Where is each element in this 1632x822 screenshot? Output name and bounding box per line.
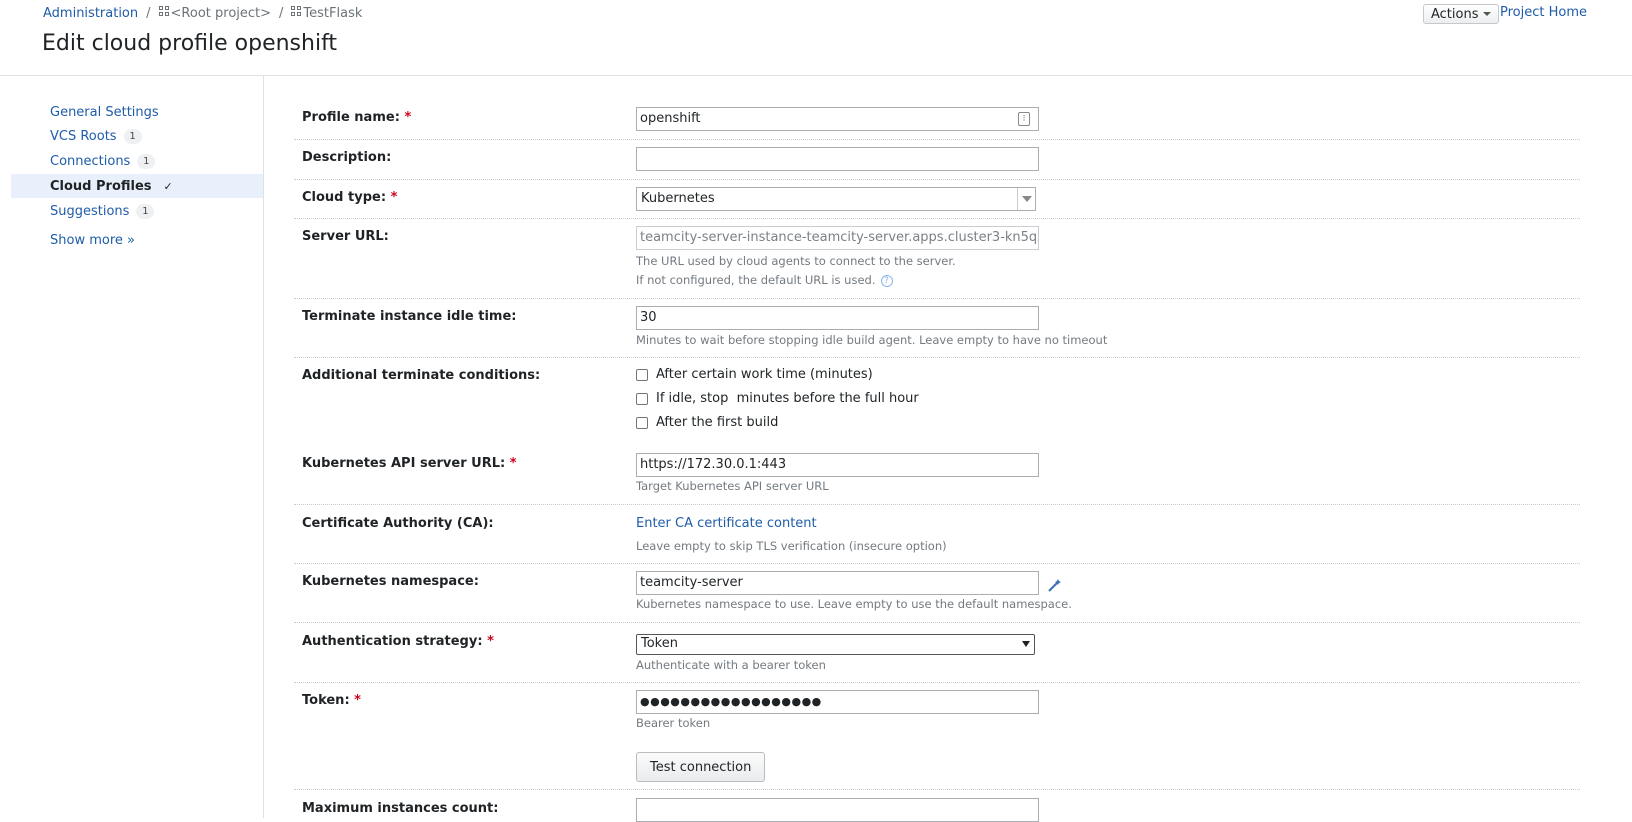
max-instances-input[interactable] xyxy=(636,798,1039,822)
auth-strategy-value: Token xyxy=(641,636,678,651)
namespace-input[interactable]: teamcity-server xyxy=(636,571,1039,595)
breadcrumb-administration[interactable]: Administration xyxy=(43,6,138,21)
parameter-reference-icon[interactable]: ⁝ xyxy=(1018,112,1030,126)
help-icon[interactable]: ? xyxy=(880,274,893,287)
divider xyxy=(294,682,1580,683)
checkbox[interactable] xyxy=(636,416,648,429)
divider xyxy=(294,622,1580,623)
checkbox-label: After certain work time (minutes) xyxy=(656,367,873,382)
sidebar-item-label: Suggestions xyxy=(50,203,130,219)
api-url-input[interactable]: https://172.30.0.1:443 xyxy=(636,453,1039,477)
checkbox-label: If idle, stop minutes before the full ho… xyxy=(656,391,919,406)
token-hint: Bearer token xyxy=(636,716,711,730)
cloud-type-label: Cloud type: * xyxy=(302,190,398,205)
count-badge: 1 xyxy=(123,128,142,144)
count-badge: 1 xyxy=(137,153,156,169)
api-url-hint: Target Kubernetes API server URL xyxy=(636,479,829,493)
divider xyxy=(294,139,1580,140)
cloud-type-select[interactable]: Kubernetes xyxy=(636,187,1036,211)
chevron-down-icon xyxy=(1017,188,1035,210)
breadcrumb-testflask-label: TestFlask xyxy=(303,6,363,21)
divider xyxy=(294,357,1580,358)
server-url-input[interactable]: teamcity-server-instance-teamcity-server… xyxy=(636,226,1039,250)
breadcrumb-separator: / xyxy=(279,6,284,21)
divider xyxy=(294,789,1580,790)
max-instances-label: Maximum instances count: xyxy=(302,801,499,816)
actions-label: Actions xyxy=(1431,6,1479,22)
token-input[interactable]: ●●●●●●●●●●●●●●●●●● xyxy=(636,690,1039,714)
project-icon xyxy=(158,6,170,17)
ca-hint: Leave empty to skip TLS verification (in… xyxy=(636,539,947,553)
checkbox[interactable] xyxy=(636,368,648,381)
profile-name-input[interactable]: openshift ⁝ xyxy=(636,107,1039,131)
server-url-hint: The URL used by cloud agents to connect … xyxy=(636,254,956,268)
sidebar-item-cloud-profiles[interactable]: Cloud Profiles ✓ xyxy=(11,174,263,198)
sidebar-item-label: VCS Roots xyxy=(50,128,117,144)
description-label: Description: xyxy=(302,150,392,165)
sidebar-item-vcs-roots[interactable]: VCS Roots 1 xyxy=(11,124,263,148)
checkbox[interactable] xyxy=(636,392,648,405)
description-input[interactable] xyxy=(636,147,1039,171)
cloud-type-value: Kubernetes xyxy=(641,191,715,206)
auth-strategy-hint: Authenticate with a bearer token xyxy=(636,658,826,672)
divider xyxy=(294,504,1580,505)
divider xyxy=(294,218,1580,219)
sidebar-item-label: Cloud Profiles xyxy=(50,178,152,194)
project-home-link[interactable]: Project Home xyxy=(1500,5,1587,20)
test-connection-button[interactable]: Test connection xyxy=(636,752,766,782)
namespace-label: Kubernetes namespace: xyxy=(302,574,479,589)
ca-label: Certificate Authority (CA): xyxy=(302,516,494,531)
sidebar-item-label: General Settings xyxy=(50,104,159,120)
cloud-profile-form: Profile name: * openshift ⁝ Description:… xyxy=(294,76,1580,822)
breadcrumb: Administration / <Root project> / TestFl… xyxy=(43,6,362,21)
token-label: Token: * xyxy=(302,693,361,708)
checkbox-idle-stop[interactable]: If idle, stop minutes before the full ho… xyxy=(636,391,919,406)
check-icon: ✓ xyxy=(158,178,178,194)
checkbox-label: After the first build xyxy=(656,415,779,430)
divider xyxy=(294,179,1580,180)
breadcrumb-root-label: <Root project> xyxy=(170,6,272,21)
server-url-hint-2: If not configured, the default URL is us… xyxy=(636,273,893,287)
idle-time-label: Terminate instance idle time: xyxy=(302,309,517,324)
breadcrumb-testflask[interactable]: TestFlask xyxy=(291,6,362,21)
sidebar: General Settings VCS Roots 1 Connections… xyxy=(0,76,264,818)
namespace-hint: Kubernetes namespace to use. Leave empty… xyxy=(636,597,1072,611)
actions-dropdown-button[interactable]: Actions xyxy=(1423,4,1499,24)
idle-time-input[interactable]: 30 xyxy=(636,306,1039,330)
show-more-link[interactable]: Show more » xyxy=(50,233,135,248)
api-url-label: Kubernetes API server URL: * xyxy=(302,456,517,471)
profile-name-value: openshift xyxy=(640,111,701,126)
auth-strategy-select[interactable]: Token xyxy=(636,634,1035,655)
page-title: Edit cloud profile openshift xyxy=(42,31,338,56)
divider xyxy=(294,563,1580,564)
auth-strategy-label: Authentication strategy: * xyxy=(302,634,494,649)
breadcrumb-root-project[interactable]: <Root project> xyxy=(158,6,272,21)
magic-wand-icon[interactable] xyxy=(1046,578,1062,594)
sidebar-item-label: Connections xyxy=(50,153,131,169)
checkbox-work-time[interactable]: After certain work time (minutes) xyxy=(636,367,873,382)
terminate-conditions-label: Additional terminate conditions: xyxy=(302,368,541,383)
page-header: Administration / <Root project> / TestFl… xyxy=(0,0,1632,76)
divider xyxy=(294,298,1580,299)
breadcrumb-separator: / xyxy=(146,6,151,21)
chevron-down-icon xyxy=(1022,641,1030,647)
server-url-label: Server URL: xyxy=(302,229,389,244)
chevron-down-icon xyxy=(1482,12,1491,16)
sidebar-item-general-settings[interactable]: General Settings xyxy=(11,100,263,124)
sidebar-item-connections[interactable]: Connections 1 xyxy=(11,149,263,173)
sidebar-item-suggestions[interactable]: Suggestions 1 xyxy=(11,199,263,223)
profile-name-label: Profile name: * xyxy=(302,110,412,125)
idle-time-hint: Minutes to wait before stopping idle bui… xyxy=(636,333,1108,347)
enter-ca-link[interactable]: Enter CA certificate content xyxy=(636,516,817,531)
checkbox-first-build[interactable]: After the first build xyxy=(636,415,778,430)
project-icon xyxy=(291,6,302,17)
count-badge: 1 xyxy=(136,203,155,219)
